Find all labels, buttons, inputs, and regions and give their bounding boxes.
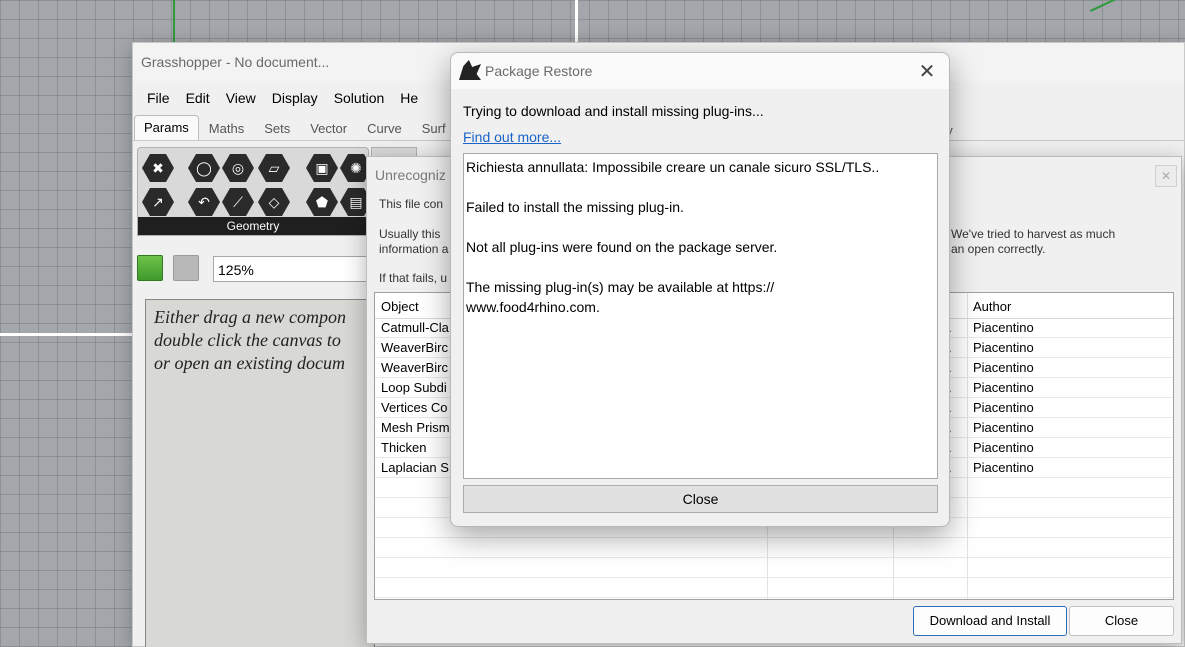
close-icon[interactable]: ✕ xyxy=(1155,165,1177,187)
menu-view[interactable]: View xyxy=(218,85,264,111)
line-param-icon[interactable]: ⟋ xyxy=(222,188,254,216)
brep-param-icon[interactable]: ⬟ xyxy=(306,188,338,216)
canvas-hint-text: Either drag a new compon double click th… xyxy=(154,307,346,373)
table-row-empty xyxy=(375,578,1173,598)
log-line: Not all plug-ins were found on the packa… xyxy=(466,239,778,255)
download-and-install-button[interactable]: Download and Install xyxy=(913,606,1067,636)
save-file-icon[interactable] xyxy=(173,255,199,281)
viewport-y-axis xyxy=(173,0,175,44)
dialog-title: Package Restore xyxy=(485,63,593,79)
log-line: Richiesta annullata: Impossibile creare … xyxy=(466,159,880,175)
zoom-input[interactable]: 125% xyxy=(213,256,373,282)
dialog-text: Usually this information a xyxy=(379,227,449,256)
table-row-empty xyxy=(375,538,1173,558)
arc-param-icon[interactable]: ↶ xyxy=(188,188,220,216)
find-out-more-link[interactable]: Find out more... xyxy=(463,129,561,145)
viewport-frame-line xyxy=(0,333,132,336)
package-restore-dialog: Package Restore ✕ Trying to download and… xyxy=(450,52,950,527)
gh-canvas[interactable]: Either drag a new compon double click th… xyxy=(145,299,375,647)
cell-author: Piacentino xyxy=(973,460,1034,475)
canvas-toolbar: 125% xyxy=(133,251,373,285)
log-line: Failed to install the missing plug-in. xyxy=(466,199,684,215)
log-spacer xyxy=(466,217,935,237)
tab-params[interactable]: Params xyxy=(134,115,199,140)
tab-sets[interactable]: Sets xyxy=(254,115,300,140)
status-message: Trying to download and install missing p… xyxy=(463,103,764,119)
log-spacer xyxy=(466,177,935,197)
dialog-titlebar: Package Restore ✕ xyxy=(451,53,949,89)
geometry-palette: ✖ ◯ ◎ ▱ ▣ ✺ ↗ ↶ ⟋ ◇ ⬟ ▤ Geometry xyxy=(137,147,372,236)
cell-author: Piacentino xyxy=(973,360,1034,375)
viewport-axis-line xyxy=(1090,0,1173,12)
menu-display[interactable]: Display xyxy=(264,85,326,111)
tab-vector[interactable]: Vector xyxy=(300,115,357,140)
tab-curve[interactable]: Curve xyxy=(357,115,412,140)
close-button[interactable]: Close xyxy=(1069,606,1174,636)
cell-author: Piacentino xyxy=(973,380,1034,395)
cell-author: Piacentino xyxy=(973,400,1034,415)
log-line: The missing plug-in(s) may be available … xyxy=(466,279,775,315)
delete-icon[interactable]: ✖ xyxy=(142,154,174,182)
point-param-icon[interactable]: ◇ xyxy=(258,188,290,216)
open-file-icon[interactable] xyxy=(137,255,163,281)
box-param-icon[interactable]: ▣ xyxy=(306,154,338,182)
dialog-text: This file con xyxy=(379,197,444,211)
vector-param-icon[interactable]: ↗ xyxy=(142,188,174,216)
log-spacer xyxy=(466,257,935,277)
surface-param-icon[interactable]: ▱ xyxy=(258,154,290,182)
palette-group-label: Geometry xyxy=(138,217,368,235)
cell-author: Piacentino xyxy=(973,440,1034,455)
cell-author: Piacentino xyxy=(973,320,1034,335)
menu-file[interactable]: File xyxy=(139,85,178,111)
circle-param-icon[interactable]: ◯ xyxy=(188,154,220,182)
menu-solution[interactable]: Solution xyxy=(326,85,393,111)
menu-edit[interactable]: Edit xyxy=(178,85,218,111)
close-button[interactable]: Close xyxy=(463,485,938,513)
curve-param-icon[interactable]: ◎ xyxy=(222,154,254,182)
log-textbox[interactable]: Richiesta annullata: Impossibile creare … xyxy=(463,153,938,479)
menu-help[interactable]: He xyxy=(392,85,426,111)
dialog-title: Unrecogniz xyxy=(375,167,446,183)
rhino-icon xyxy=(459,60,481,80)
dialog-text: We've tried to harvest as much an open c… xyxy=(951,227,1116,256)
column-header-author[interactable]: Author xyxy=(967,295,1167,315)
cell-author: Piacentino xyxy=(973,340,1034,355)
close-icon[interactable]: ✕ xyxy=(917,59,937,84)
table-row-empty xyxy=(375,558,1173,578)
dialog-text: If that fails, u xyxy=(379,271,448,285)
viewport-frame-line xyxy=(575,0,578,44)
tab-maths[interactable]: Maths xyxy=(199,115,254,140)
cell-author: Piacentino xyxy=(973,420,1034,435)
